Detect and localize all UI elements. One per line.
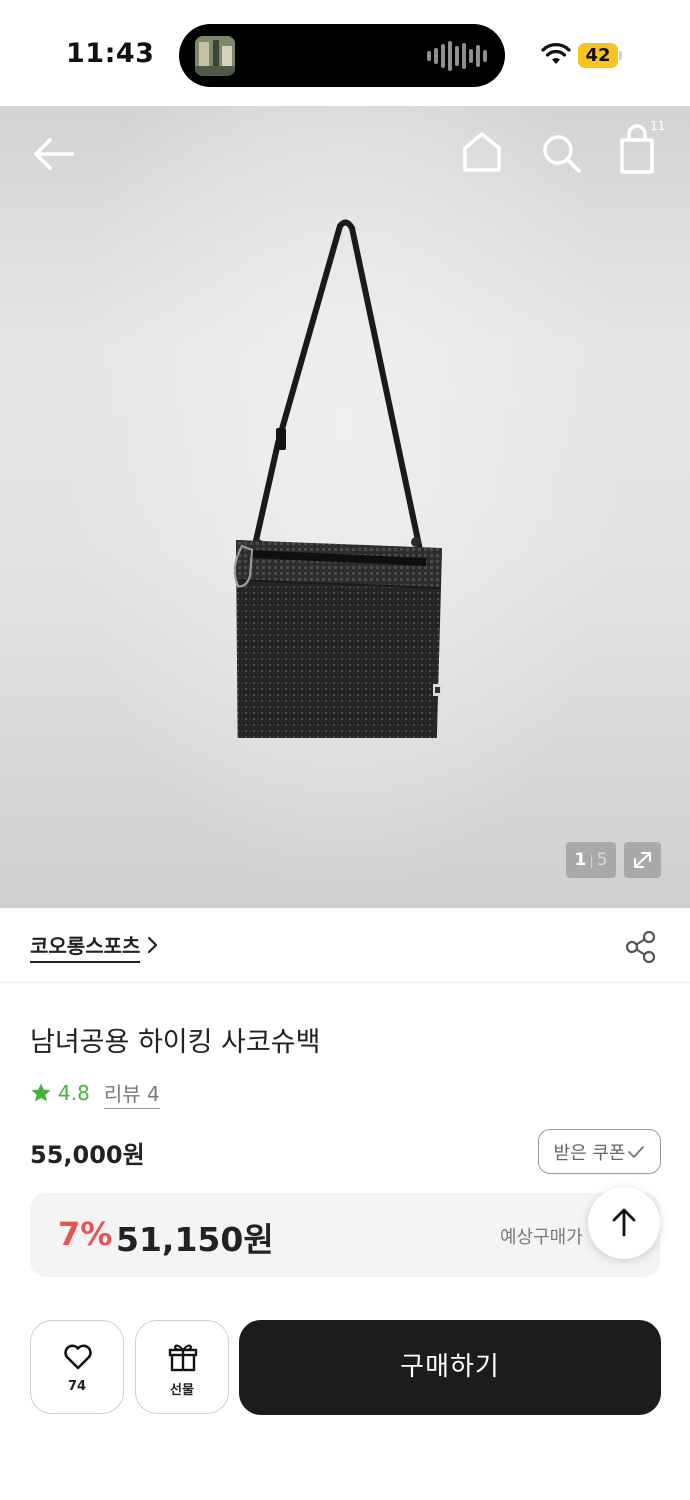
product-title: 남녀공용 하이킹 사코슈백: [30, 1027, 321, 1058]
battery-level: 42: [578, 43, 618, 68]
page-current: 1: [574, 850, 587, 870]
status-time: 11:43: [66, 38, 155, 69]
checkmark-icon: [628, 1145, 645, 1158]
discount-rate: 7%: [58, 1215, 113, 1253]
image-page-indicator: 1 | 5: [566, 842, 616, 878]
battery-indicator: 42: [578, 43, 622, 68]
rating-value: 4.8: [58, 1081, 90, 1105]
chevron-right-icon[interactable]: [146, 935, 160, 955]
arrow-up-icon: [612, 1208, 636, 1237]
expand-image-button[interactable]: [624, 842, 661, 878]
review-count-link[interactable]: 리뷰 4: [103, 1078, 160, 1109]
product-image[interactable]: [220, 218, 480, 738]
like-count: 74: [67, 1379, 87, 1394]
discount-price-box: 7% 51,150원 예상구매가: [30, 1193, 660, 1277]
dynamic-island[interactable]: [179, 24, 505, 87]
sale-price: 51,150원: [116, 1220, 274, 1259]
gift-icon: [168, 1344, 198, 1372]
audio-waveform-icon: [427, 41, 487, 71]
rating-row: 4.8 리뷰 4: [30, 1078, 160, 1109]
star-icon: [31, 1083, 51, 1102]
now-playing-thumbnail: [195, 36, 235, 76]
heart-icon: [64, 1344, 92, 1370]
brand-link[interactable]: 코오롱스포츠: [30, 930, 141, 963]
expand-icon: [634, 852, 651, 868]
gift-button[interactable]: 선물: [135, 1320, 229, 1414]
page-total: 5: [596, 850, 608, 870]
cart-count-badge: 11: [650, 119, 666, 133]
status-bar: 11:43 42: [0, 0, 690, 106]
buy-button[interactable]: 구매하기: [239, 1320, 661, 1415]
brand-row: 코오롱스포츠: [0, 908, 690, 983]
received-coupon-button[interactable]: 받은 쿠폰: [538, 1129, 661, 1174]
like-button[interactable]: 74: [30, 1320, 124, 1414]
scroll-to-top-button[interactable]: [588, 1187, 660, 1259]
original-price: 55,000원: [30, 1141, 145, 1169]
wifi-icon: [541, 43, 571, 64]
back-arrow-icon[interactable]: [28, 134, 78, 174]
coupon-label: 받은 쿠폰: [553, 1142, 626, 1164]
product-image-gallery[interactable]: 11 1 | 5: [0, 106, 690, 908]
gift-label: 선물: [170, 1383, 194, 1398]
battery-cap: [619, 51, 622, 60]
share-icon[interactable]: [624, 930, 658, 964]
home-icon[interactable]: [460, 128, 504, 178]
search-icon[interactable]: [538, 130, 584, 176]
expected-price-label[interactable]: 예상구매가: [500, 1223, 583, 1249]
